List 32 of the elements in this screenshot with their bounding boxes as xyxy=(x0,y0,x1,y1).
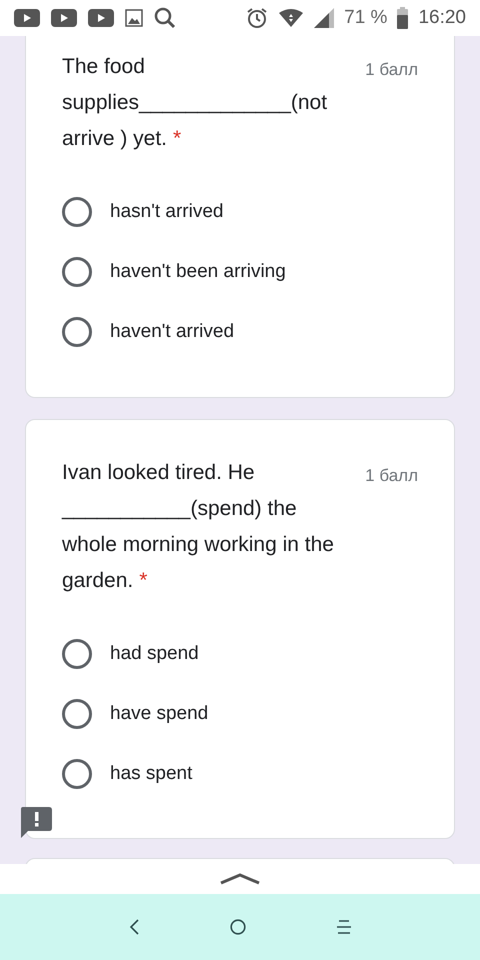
option-label: haven't arrived xyxy=(110,320,234,344)
option-label: hasn't arrived xyxy=(110,200,224,224)
recents-icon[interactable] xyxy=(336,919,352,935)
back-icon[interactable] xyxy=(128,919,140,935)
wifi-icon xyxy=(278,8,304,28)
feedback-icon[interactable] xyxy=(21,807,52,838)
radio-button[interactable] xyxy=(62,197,92,227)
radio-button[interactable] xyxy=(62,759,92,789)
radio-button[interactable] xyxy=(62,317,92,347)
option-label: has spent xyxy=(110,762,192,786)
image-icon xyxy=(125,9,143,27)
alarm-icon xyxy=(246,7,268,29)
chevron-up-icon[interactable] xyxy=(220,873,260,885)
points-label: 1 балл xyxy=(365,465,418,487)
option-label: haven't been arriving xyxy=(110,260,286,284)
search-icon xyxy=(154,7,176,29)
home-icon[interactable] xyxy=(230,919,246,935)
radio-button[interactable] xyxy=(62,639,92,669)
question-text: Ivan looked tired. He ___________(spend) the whole morning working in the garden. * xyxy=(62,460,335,594)
signal-icon xyxy=(314,8,334,28)
clock: 16:20 xyxy=(418,6,466,30)
video-icon xyxy=(51,9,77,27)
points-label: 1 балл xyxy=(365,59,418,81)
battery-percent: 71 % xyxy=(344,6,388,30)
video-icon xyxy=(14,9,40,27)
option-label: have spend xyxy=(110,702,208,726)
video-icon xyxy=(88,9,114,27)
battery-icon xyxy=(397,7,408,29)
question-text: The food supplies_____________(not arrive ) yet. * xyxy=(62,54,328,152)
radio-button[interactable] xyxy=(62,699,92,729)
option-label: had spend xyxy=(110,642,199,666)
radio-button[interactable] xyxy=(62,257,92,287)
